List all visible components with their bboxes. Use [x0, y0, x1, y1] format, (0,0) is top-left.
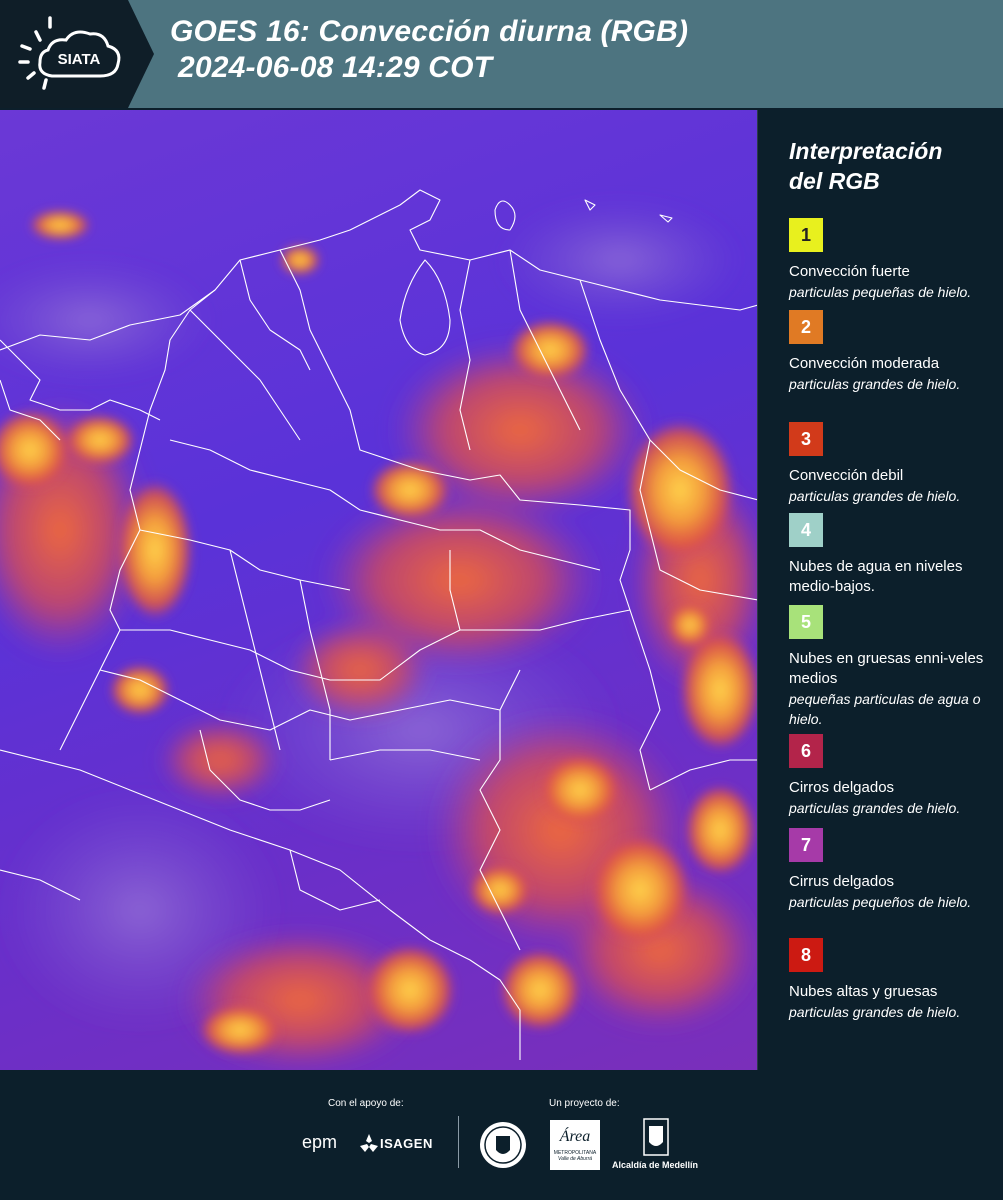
legend-name-7: Cirrus delgados [789, 873, 895, 890]
legend-num-7: 7 [800, 834, 811, 855]
epm-logo: epm [302, 1132, 338, 1152]
siata-logo-text: SIATA [58, 51, 101, 68]
legend-swatch-7: 7 [789, 828, 823, 862]
siata-logo-block: SIATA [0, 0, 154, 108]
legend-swatch-1: 1 [789, 218, 823, 252]
legend-name-2: Convección moderada [789, 355, 940, 372]
legend-name-6: Cirros delgados [789, 779, 895, 796]
legend-item-1: 1 Convección fuerte particulas pequeñas … [789, 218, 999, 302]
project-label: Un proyecto de: [549, 1098, 620, 1109]
legend-sub-8: particulas grandes de hielo. [789, 1004, 961, 1020]
legend-num-8: 8 [800, 944, 811, 965]
legend-sub-2: particulas grandes de hielo. [789, 376, 961, 392]
page-title: GOES 16: Convección diurna (RGB) 2024-06… [170, 14, 688, 86]
legend-sub-3: particulas grandes de hielo. [789, 488, 961, 504]
area-metropolitana-logo: Área METROPOLITANA Valle de Aburrá [550, 1120, 600, 1170]
legend-num-4: 4 [800, 519, 811, 540]
footer-divider [458, 1116, 459, 1168]
legend-item-3: 3 Convección debil particulas grandes de… [789, 422, 999, 506]
satellite-map[interactable] [0, 110, 758, 1070]
legend-name-1: Convección fuerte [789, 263, 910, 280]
legend-item-5: 5 Nubes en gruesas enni-veles medios peq… [789, 605, 999, 729]
legend-swatch-2: 2 [789, 310, 823, 344]
legend-sub-5: pequeñas particulas de agua o hielo. [789, 691, 981, 727]
legend-swatch-3: 3 [789, 422, 823, 456]
legend-sub-1: particulas pequeñas de hielo. [789, 284, 972, 300]
legend-num-3: 3 [800, 428, 811, 449]
legend-num-5: 5 [800, 611, 811, 632]
legend-item-6: 6 Cirros delgados particulas grandes de … [789, 734, 999, 818]
siata-logo: SIATA [18, 16, 121, 90]
legend-swatch-8: 8 [789, 938, 823, 972]
legend-name-5: Nubes en gruesas enni-veles medios [789, 650, 984, 687]
area-logo-text: Área [559, 1128, 591, 1145]
alcaldia-label: Alcaldía de Medellín [612, 1160, 699, 1170]
legend-item-8: 8 Nubes altas y gruesas particulas grand… [789, 938, 999, 1022]
university-seal [478, 1120, 528, 1175]
satellite-map-image [0, 189, 757, 1070]
area-logo-sub2: Valle de Aburrá [557, 1156, 593, 1162]
legend-title-line-2: del RGB [789, 168, 880, 194]
legend-sub-6: particulas grandes de hielo. [789, 800, 961, 816]
legend-swatch-6: 6 [789, 734, 823, 768]
legend-panel: Interpretación del RGB 1 Convección fuer… [760, 110, 1003, 1070]
legend-title-line-1: Interpretación [789, 138, 943, 164]
support-label: Con el apoyo de: [328, 1098, 404, 1109]
legend-title: Interpretación del RGB [789, 136, 942, 196]
legend-name-8: Nubes altas y gruesas [789, 983, 938, 1000]
legend-item-7: 7 Cirrus delgados particulas pequeños de… [789, 828, 999, 912]
isagen-logo-icon [360, 1134, 378, 1157]
legend-item-4: 4 Nubes de agua en niveles medio-bajos. [789, 513, 999, 597]
legend-item-2: 2 Convección moderada particulas grandes… [789, 310, 999, 394]
legend-name-4: Nubes de agua en niveles medio-bajos. [789, 558, 963, 595]
legend-num-6: 6 [800, 740, 811, 761]
page: SIATA GOES 16: Convección diurna (RGB) 2… [0, 0, 1003, 1200]
isagen-logo: ISAGEN [380, 1136, 433, 1151]
legend-name-3: Convección debil [789, 467, 904, 484]
header: SIATA GOES 16: Convección diurna (RGB) 2… [0, 0, 1003, 108]
title-line-1: GOES 16: Convección diurna (RGB) [170, 15, 689, 48]
legend-num-2: 2 [800, 316, 811, 337]
legend-swatch-5: 5 [789, 605, 823, 639]
legend-sub-7: particulas pequeños de hielo. [789, 894, 972, 910]
legend-swatch-4: 4 [789, 513, 823, 547]
alcaldia-shield-icon [643, 1118, 669, 1161]
title-line-2: 2024-06-08 14:29 COT [178, 51, 493, 84]
footer: Con el apoyo de: Un proyecto de: epm ISA… [0, 1070, 1003, 1200]
legend-num-1: 1 [800, 224, 811, 245]
